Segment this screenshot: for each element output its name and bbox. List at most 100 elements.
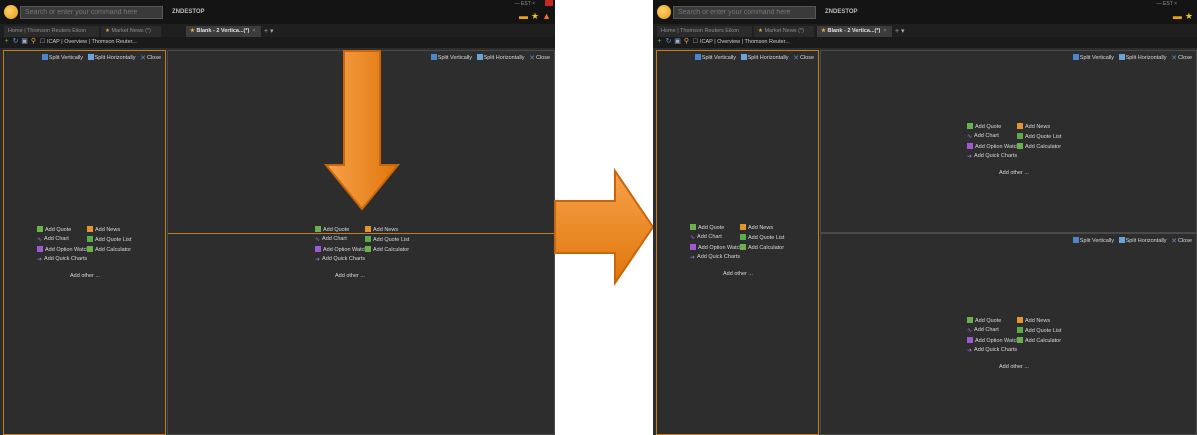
add-icon[interactable]: + xyxy=(656,38,663,46)
toolbar-document-label[interactable]: ICAP | Overview | Thomson Reuter... xyxy=(47,38,137,47)
add-quick-charts-link[interactable]: ➜ Add Quick Charts xyxy=(315,256,365,263)
command-search-input[interactable] xyxy=(673,6,816,19)
close-icon[interactable]: ✕ xyxy=(1171,54,1177,62)
tab-blank-2-vertical[interactable]: ★ Blank - 2 Vertica...(*) × xyxy=(186,26,261,37)
add-calculator-link[interactable]: Add Calculator xyxy=(365,246,409,253)
split-horizontally-icon[interactable] xyxy=(1118,237,1125,243)
add-news-link[interactable]: Add News xyxy=(365,226,398,233)
close-icon[interactable]: ✕ xyxy=(529,54,535,62)
add-chart-link[interactable]: ∿ Add Chart xyxy=(967,133,999,140)
split-vertically-button[interactable]: Split Vertically xyxy=(702,55,736,61)
add-quote-list-link[interactable]: Add Quote List xyxy=(1017,327,1061,334)
split-horizontally-button[interactable]: Split Horizontally xyxy=(1126,55,1167,61)
refresh-icon[interactable]: ↻ xyxy=(12,38,19,46)
split-vertically-button[interactable]: Split Vertically xyxy=(1080,238,1114,244)
close-pane-button[interactable]: Close xyxy=(800,55,814,61)
close-pane-button[interactable]: Close xyxy=(1178,238,1192,244)
add-chart-link[interactable]: ∿ Add Chart xyxy=(967,327,999,334)
add-option-watch-link[interactable]: Add Option Watch xyxy=(37,246,89,253)
split-horizontally-button[interactable]: Split Horizontally xyxy=(95,55,136,61)
close-pane-button[interactable]: Close xyxy=(536,55,550,61)
add-option-watch-link[interactable]: Add Option Watch xyxy=(967,143,1019,150)
split-horizontally-icon[interactable] xyxy=(740,54,747,60)
add-other-link[interactable]: Add other ... xyxy=(999,364,1029,370)
star-icon[interactable]: ★ xyxy=(531,11,539,21)
add-quick-charts-link[interactable]: ➜ Add Quick Charts xyxy=(967,347,1017,354)
add-quote-link[interactable]: Add Quote xyxy=(967,317,1001,324)
add-calculator-link[interactable]: Add Calculator xyxy=(1017,143,1061,150)
star-icon[interactable]: ★ xyxy=(1185,11,1193,21)
close-pane-button[interactable]: Close xyxy=(1178,55,1192,61)
add-news-link[interactable]: Add News xyxy=(1017,317,1050,324)
add-quote-link[interactable]: Add Quote xyxy=(37,226,71,233)
split-vertically-icon[interactable] xyxy=(41,54,48,60)
add-option-watch-link[interactable]: Add Option Watch xyxy=(690,244,742,251)
split-horizontally-button[interactable]: Split Horizontally xyxy=(484,55,525,61)
split-horizontally-icon[interactable] xyxy=(1118,54,1125,60)
add-news-link[interactable]: Add News xyxy=(1017,123,1050,130)
split-horizontally-icon[interactable] xyxy=(87,54,94,60)
warning-icon[interactable]: ▲ xyxy=(542,11,551,21)
add-calculator-link[interactable]: Add Calculator xyxy=(740,244,784,251)
close-icon[interactable]: × xyxy=(883,28,886,34)
search-icon[interactable]: ⚲ xyxy=(30,38,37,46)
add-quote-link[interactable]: Add Quote xyxy=(967,123,1001,130)
split-vertically-button[interactable]: Split Vertically xyxy=(49,55,83,61)
add-quick-charts-link[interactable]: ➜ Add Quick Charts xyxy=(967,153,1017,160)
tab-blank-2-vertical[interactable]: ★ Blank - 2 Vertica...(*) × xyxy=(817,26,892,37)
add-quote-list-link[interactable]: Add Quote List xyxy=(740,234,784,241)
add-other-link[interactable]: Add other ... xyxy=(723,271,753,277)
tab-home[interactable]: Home | Thomson Reuters Eikon xyxy=(657,26,752,37)
close-icon[interactable]: ✕ xyxy=(1171,237,1177,245)
add-news-link[interactable]: Add News xyxy=(87,226,120,233)
add-quote-list-link[interactable]: Add Quote List xyxy=(365,236,409,243)
tab-market-news[interactable]: ★ Market News (*) xyxy=(754,26,814,37)
pane-right-bottom[interactable]: Split Vertically Split Horizontally ✕Clo… xyxy=(820,233,1197,435)
command-search-input[interactable] xyxy=(20,6,163,19)
add-other-link[interactable]: Add other ... xyxy=(70,273,100,279)
add-calculator-link[interactable]: Add Calculator xyxy=(1017,337,1061,344)
add-chart-link[interactable]: ∿ Add Chart xyxy=(37,236,69,243)
add-news-link[interactable]: Add News xyxy=(740,224,773,231)
add-tab-button[interactable]: + ▾ xyxy=(264,26,274,37)
refresh-icon[interactable]: ↻ xyxy=(665,38,672,46)
add-calculator-link[interactable]: Add Calculator xyxy=(87,246,131,253)
save-icon[interactable]: ▣ xyxy=(674,38,681,46)
close-pane-button[interactable]: Close xyxy=(147,55,161,61)
add-other-link[interactable]: Add other ... xyxy=(335,273,365,279)
document-icon[interactable]: □ xyxy=(39,38,46,46)
window-controls[interactable]: — EST × xyxy=(1157,1,1177,7)
close-icon[interactable]: × xyxy=(252,28,255,34)
split-vertically-icon[interactable] xyxy=(694,54,701,60)
split-horizontally-icon[interactable] xyxy=(476,54,483,60)
pane-left[interactable]: Split Vertically Split Horizontally ✕Clo… xyxy=(656,50,819,435)
add-option-watch-link[interactable]: Add Option Watch xyxy=(967,337,1019,344)
add-chart-link[interactable]: ∿ Add Chart xyxy=(315,236,347,243)
tab-market-news[interactable]: ★ Market News (*) xyxy=(101,26,161,37)
add-chart-link[interactable]: ∿ Add Chart xyxy=(690,234,722,241)
tab-home[interactable]: Home | Thomson Reuters Eikon xyxy=(4,26,99,37)
split-vertically-icon[interactable] xyxy=(1072,54,1079,60)
split-horizontally-button[interactable]: Split Horizontally xyxy=(748,55,789,61)
add-quote-list-link[interactable]: Add Quote List xyxy=(1017,133,1061,140)
add-quick-charts-link[interactable]: ➜ Add Quick Charts xyxy=(690,254,740,261)
add-quote-link[interactable]: Add Quote xyxy=(315,226,349,233)
split-vertically-button[interactable]: Split Vertically xyxy=(438,55,472,61)
close-icon[interactable]: ✕ xyxy=(793,54,799,62)
window-close-button[interactable] xyxy=(545,0,553,6)
document-icon[interactable]: □ xyxy=(692,38,699,46)
eikon-logo[interactable] xyxy=(4,5,18,19)
pane-right-top[interactable]: Split Vertically Split Horizontally ✕Clo… xyxy=(820,50,1197,233)
split-vertically-button[interactable]: Split Vertically xyxy=(1080,55,1114,61)
pane-left[interactable]: Split Vertically Split Horizontally ✕Clo… xyxy=(3,50,166,435)
add-other-link[interactable]: Add other ... xyxy=(999,170,1029,176)
split-vertically-icon[interactable] xyxy=(1072,237,1079,243)
eikon-logo[interactable] xyxy=(657,5,671,19)
toolbar-document-label[interactable]: ICAP | Overview | Thomson Reuter... xyxy=(700,38,790,47)
split-vertically-icon[interactable] xyxy=(430,54,437,60)
window-controls[interactable]: — EST × xyxy=(515,1,535,7)
message-icon[interactable]: ▬ xyxy=(1173,11,1182,21)
add-quick-charts-link[interactable]: ➜ Add Quick Charts xyxy=(37,256,87,263)
search-icon[interactable]: ⚲ xyxy=(683,38,690,46)
message-icon[interactable]: ▬ xyxy=(519,11,528,21)
